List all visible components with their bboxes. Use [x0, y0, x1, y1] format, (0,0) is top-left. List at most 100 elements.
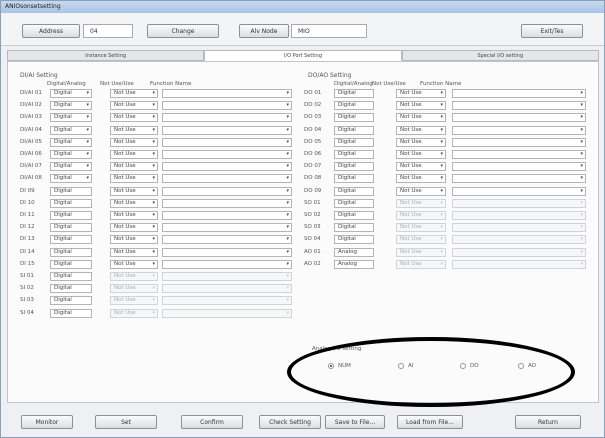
digital-analog-text: Digital [338, 187, 356, 194]
use-select[interactable]: Not Use ▾ [396, 247, 446, 257]
function-name-select[interactable]: ▾ [452, 186, 586, 196]
save-to-file-button[interactable]: Save to File... [325, 415, 385, 429]
use-select[interactable]: Not Use ▾ [110, 174, 158, 184]
change-button[interactable]: Change [147, 24, 219, 38]
alv-node-field[interactable]: MIO [291, 24, 367, 38]
use-select[interactable]: Not Use ▾ [396, 101, 446, 111]
radio-ao[interactable]: AO [518, 361, 536, 371]
function-name-select[interactable]: ▾ [452, 89, 586, 98]
exit-test-button[interactable]: Exit/Tes [521, 24, 583, 38]
use-select[interactable]: Not Use ▾ [110, 296, 158, 306]
radio-ai[interactable]: AI [398, 361, 413, 371]
function-name-select[interactable]: ▾ [452, 162, 586, 172]
function-name-select[interactable]: ▾ [452, 259, 586, 269]
use-select[interactable]: Not Use ▾ [396, 174, 446, 184]
function-name-select[interactable]: ▾ [452, 211, 586, 220]
return-button[interactable]: Return [515, 415, 581, 429]
use-select[interactable]: Not Use ▾ [110, 162, 158, 172]
use-select[interactable]: Not Use ▾ [396, 137, 446, 147]
function-name-select[interactable]: ▾ [162, 308, 292, 318]
function-name-select[interactable]: ▾ [162, 137, 292, 147]
function-name-select[interactable]: ▾ [162, 272, 292, 281]
use-select[interactable]: Not Use ▾ [396, 223, 446, 233]
use-select[interactable]: Not Use ▾ [396, 89, 446, 98]
address-field[interactable]: 04 [83, 24, 133, 38]
left-io-row: SI 04 Digital Not Use ▾ ▾ [20, 308, 292, 318]
address-label-button[interactable]: Address [22, 24, 80, 38]
use-select[interactable]: Not Use ▾ [396, 186, 446, 196]
function-name-select[interactable]: ▾ [162, 211, 292, 220]
digital-analog-select[interactable]: Digital ▾ [50, 162, 92, 172]
digital-analog-select[interactable]: Digital ▾ [50, 174, 92, 184]
function-name-select[interactable]: ▾ [452, 223, 586, 233]
use-select[interactable]: Not Use ▾ [110, 223, 158, 233]
digital-analog-select[interactable]: Digital ▾ [50, 150, 92, 159]
confirm-button[interactable]: Confirm [181, 415, 243, 429]
digital-analog-select[interactable]: Digital ▾ [50, 89, 92, 98]
function-name-select[interactable]: ▾ [452, 247, 586, 257]
check-setting-button[interactable]: Check Setting [259, 415, 321, 429]
function-name-select[interactable]: ▾ [162, 150, 292, 159]
use-select[interactable]: Not Use ▾ [110, 272, 158, 281]
use-select[interactable]: Not Use ▾ [110, 125, 158, 135]
digital-analog-select[interactable]: Digital ▾ [50, 113, 92, 123]
use-select[interactable]: Not Use ▾ [396, 259, 446, 269]
use-select[interactable]: Not Use ▾ [110, 137, 158, 147]
function-name-select[interactable]: ▾ [162, 223, 292, 233]
tab-special-io-setting[interactable]: Special I/O setting [401, 50, 599, 61]
function-name-select[interactable]: ▾ [452, 235, 586, 245]
use-select[interactable]: Not Use ▾ [110, 235, 158, 245]
use-select[interactable]: Not Use ▾ [396, 198, 446, 208]
use-select[interactable]: Not Use ▾ [396, 113, 446, 123]
function-name-select[interactable]: ▾ [162, 247, 292, 257]
radio-do-label: DO [470, 363, 479, 369]
function-name-select[interactable]: ▾ [452, 113, 586, 123]
use-select[interactable]: Not Use ▾ [110, 259, 158, 269]
use-select[interactable]: Not Use ▾ [396, 125, 446, 135]
use-select[interactable]: Not Use ▾ [110, 186, 158, 196]
function-name-select[interactable]: ▾ [162, 125, 292, 135]
use-select[interactable]: Not Use ▾ [110, 211, 158, 220]
tab-io-port-setting[interactable]: I/O Port Setting [204, 50, 402, 61]
use-select[interactable]: Not Use ▾ [396, 235, 446, 245]
function-name-select[interactable]: ▾ [452, 101, 586, 111]
function-name-select[interactable]: ▾ [452, 174, 586, 184]
digital-analog-select[interactable]: Digital ▾ [50, 101, 92, 111]
use-select[interactable]: Not Use ▾ [110, 284, 158, 294]
function-name-select[interactable]: ▾ [162, 101, 292, 111]
function-name-select[interactable]: ▾ [452, 137, 586, 147]
function-name-select[interactable]: ▾ [162, 89, 292, 98]
chevron-down-icon: ▾ [86, 102, 89, 109]
function-name-select[interactable]: ▾ [452, 125, 586, 135]
use-select[interactable]: Not Use ▾ [110, 247, 158, 257]
function-name-select[interactable]: ▾ [162, 186, 292, 196]
function-name-select[interactable]: ▾ [162, 198, 292, 208]
function-name-select[interactable]: ▾ [162, 296, 292, 306]
alv-node-button[interactable]: Alv Node [239, 24, 289, 38]
function-name-select[interactable]: ▾ [162, 162, 292, 172]
use-select[interactable]: Not Use ▾ [396, 162, 446, 172]
use-select[interactable]: Not Use ▾ [110, 150, 158, 159]
radio-do[interactable]: DO [460, 361, 479, 371]
function-name-select[interactable]: ▾ [162, 174, 292, 184]
function-name-select[interactable]: ▾ [162, 113, 292, 123]
use-select[interactable]: Not Use ▾ [110, 113, 158, 123]
function-name-select[interactable]: ▾ [452, 198, 586, 208]
radio-num[interactable]: NUM [328, 361, 351, 371]
digital-analog-select[interactable]: Digital ▾ [50, 125, 92, 135]
use-select[interactable]: Not Use ▾ [110, 101, 158, 111]
function-name-select[interactable]: ▾ [162, 235, 292, 245]
function-name-select[interactable]: ▾ [162, 259, 292, 269]
load-from-file-button[interactable]: Load from File... [397, 415, 463, 429]
set-button[interactable]: Set [95, 415, 157, 429]
function-name-select[interactable]: ▾ [452, 150, 586, 159]
digital-analog-select[interactable]: Digital ▾ [50, 137, 92, 147]
tab-instance-setting[interactable]: Instance Setting [7, 50, 205, 61]
use-select[interactable]: Not Use ▾ [110, 308, 158, 318]
function-name-select[interactable]: ▾ [162, 284, 292, 294]
use-select[interactable]: Not Use ▾ [396, 211, 446, 220]
use-select[interactable]: Not Use ▾ [110, 89, 158, 98]
use-select[interactable]: Not Use ▾ [110, 198, 158, 208]
use-select[interactable]: Not Use ▾ [396, 150, 446, 159]
monitor-button[interactable]: Monitor [21, 415, 73, 429]
